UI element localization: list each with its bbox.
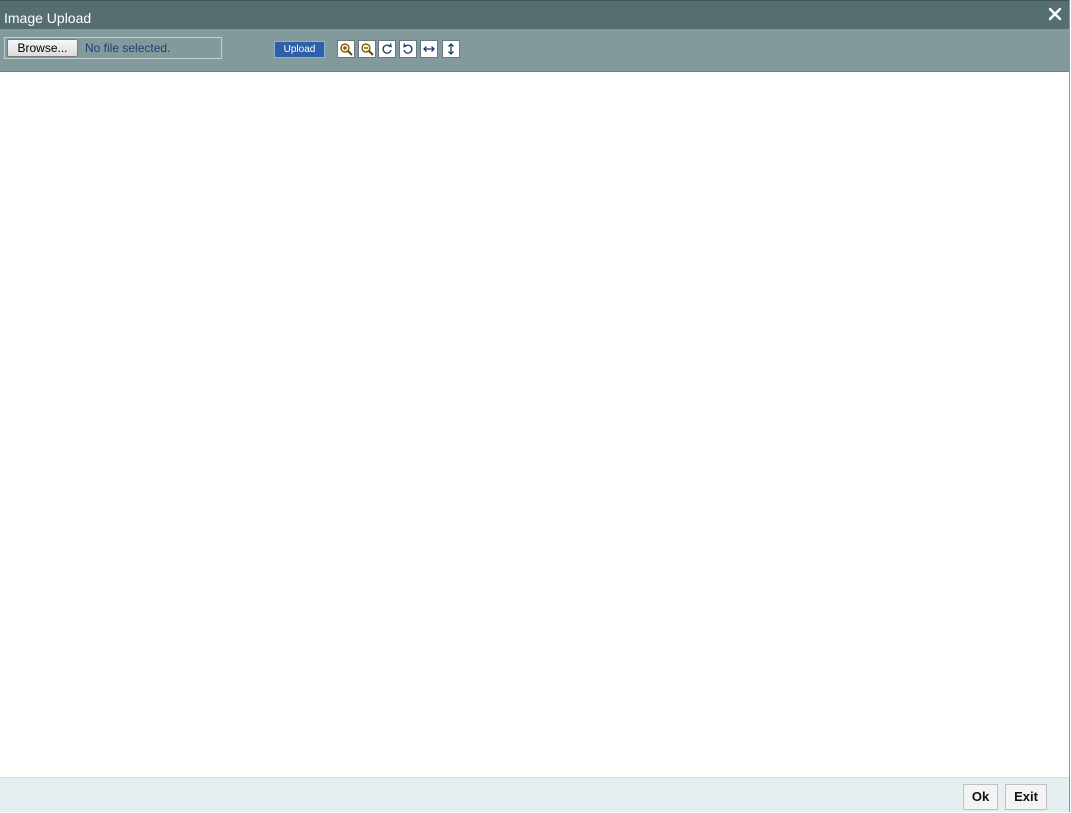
file-input[interactable]: Browse... No file selected. <box>4 37 222 59</box>
ok-button[interactable]: Ok <box>963 784 998 810</box>
upload-button[interactable]: Upload <box>274 41 325 58</box>
footer-bar: Ok Exit <box>0 777 1069 812</box>
flip-vertical-icon[interactable] <box>442 40 460 58</box>
rotate-clockwise-icon[interactable] <box>378 40 396 58</box>
close-icon[interactable] <box>1047 6 1063 22</box>
dialog-title: Image Upload <box>4 10 92 26</box>
exit-button[interactable]: Exit <box>1005 784 1047 810</box>
zoom-out-icon[interactable] <box>358 40 376 58</box>
file-status-text: No file selected. <box>85 41 171 55</box>
browse-button[interactable]: Browse... <box>7 39 78 57</box>
image-preview-area <box>0 72 1069 777</box>
title-bar: Image Upload <box>0 0 1069 29</box>
toolbar: Browse... No file selected. Upload <box>0 29 1069 72</box>
flip-horizontal-icon[interactable] <box>420 40 438 58</box>
rotate-counterclockwise-icon[interactable] <box>399 40 417 58</box>
zoom-in-icon[interactable] <box>337 40 355 58</box>
image-upload-dialog: Image Upload Browse... No file selected.… <box>0 0 1070 812</box>
